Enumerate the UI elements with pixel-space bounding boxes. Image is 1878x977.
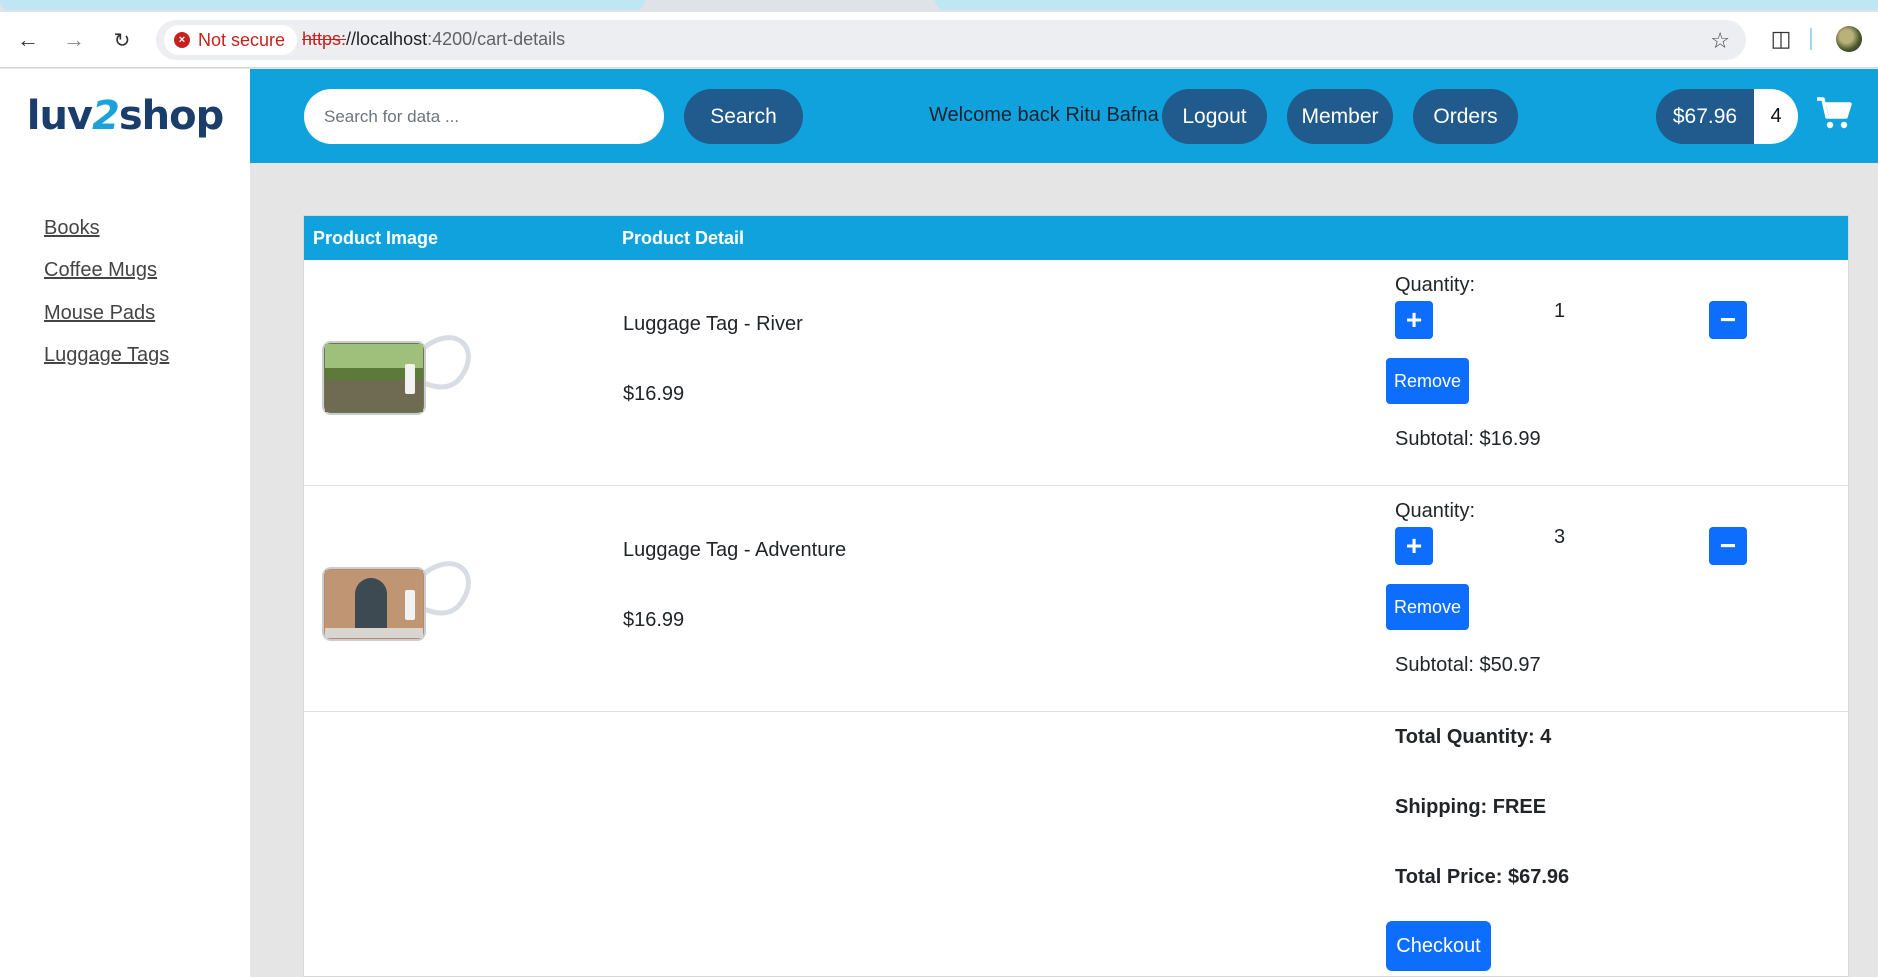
quantity-value: 3	[1554, 526, 1566, 548]
cart-total-price[interactable]: $67.96	[1656, 89, 1754, 144]
shipping-info: Shipping: FREE	[1395, 796, 1547, 818]
toolbar-divider	[1810, 28, 1812, 50]
shopping-cart-icon[interactable]	[1816, 96, 1852, 132]
decrement-quantity-button[interactable]: −	[1709, 527, 1747, 565]
category-sidebar: Books Coffee Mugs Mouse Pads Luggage Tag…	[0, 163, 250, 977]
welcome-text: Welcome back Ritu Bafna	[929, 104, 1159, 126]
search-button[interactable]: Search	[684, 89, 803, 144]
column-header-product-image: Product Image	[313, 228, 439, 248]
sidebar-item-books[interactable]: Books	[44, 217, 100, 240]
back-arrow-icon[interactable]: ←	[14, 26, 42, 54]
item-subtotal: Subtotal: $16.99	[1395, 428, 1541, 450]
bookmark-star-icon[interactable]: ☆	[1710, 28, 1730, 54]
increment-quantity-button[interactable]: +	[1395, 301, 1433, 339]
product-image-river	[322, 335, 471, 415]
logout-button[interactable]: Logout	[1162, 89, 1267, 144]
quantity-label: Quantity:	[1395, 274, 1476, 296]
quantity-value: 1	[1554, 300, 1566, 322]
member-button[interactable]: Member	[1287, 89, 1393, 144]
plus-icon: +	[1405, 304, 1423, 335]
product-name: Luggage Tag - River	[623, 313, 803, 335]
quantity-label: Quantity:	[1395, 500, 1476, 522]
search-input[interactable]	[304, 89, 664, 144]
table-header: Product Image Product Detail	[304, 216, 1848, 260]
column-header-product-detail: Product Detail	[622, 228, 745, 248]
product-price: $16.99	[623, 383, 685, 405]
table-row: Luggage Tag - Adventure $16.99 Quantity:…	[304, 486, 1848, 712]
minus-icon: −	[1719, 530, 1737, 561]
sidebar-item-mouse-pads[interactable]: Mouse Pads	[44, 302, 155, 325]
logo-area: luv2shop	[0, 69, 250, 163]
orders-button[interactable]: Orders	[1413, 89, 1518, 144]
total-quantity: Total Quantity: 4	[1395, 726, 1552, 748]
address-bar[interactable]: × Not secure https://localhost:4200/cart…	[156, 20, 1746, 60]
minus-icon: −	[1719, 304, 1737, 335]
browser-tab[interactable]	[0, 0, 645, 10]
cart-details-panel: Product Image Product Detail Luggage Tag…	[303, 215, 1849, 977]
product-name: Luggage Tag - Adventure	[623, 539, 847, 561]
forward-arrow-icon[interactable]: →	[60, 26, 88, 54]
luv2shop-logo[interactable]: luv2shop	[27, 93, 225, 139]
plus-icon: +	[1405, 530, 1423, 561]
decrement-quantity-button[interactable]: −	[1709, 301, 1747, 339]
browser-toolbar: ← → ↻ × Not secure https://localhost:420…	[0, 12, 1878, 68]
not-secure-icon: ×	[174, 32, 190, 48]
product-image-adventure	[322, 561, 471, 641]
security-chip[interactable]: × Not secure	[164, 25, 298, 55]
total-price: Total Price: $67.96	[1395, 866, 1570, 888]
table-row: Luggage Tag - River $16.99 Quantity: + 1…	[304, 260, 1848, 486]
remove-button[interactable]: Remove	[1386, 358, 1469, 404]
item-subtotal: Subtotal: $50.97	[1395, 654, 1541, 676]
profile-avatar[interactable]	[1836, 26, 1862, 52]
browser-tab-strip	[0, 0, 1878, 12]
security-label: Not secure	[198, 29, 286, 50]
extensions-icon[interactable]: ◫	[1766, 24, 1796, 54]
sidebar-item-coffee-mugs[interactable]: Coffee Mugs	[44, 259, 157, 282]
checkout-button[interactable]: Checkout	[1386, 921, 1491, 971]
remove-button[interactable]: Remove	[1386, 584, 1469, 630]
browser-tab[interactable]	[935, 0, 1878, 10]
increment-quantity-button[interactable]: +	[1395, 527, 1433, 565]
reload-icon[interactable]: ↻	[108, 26, 136, 54]
sidebar-item-luggage-tags[interactable]: Luggage Tags	[44, 344, 169, 367]
product-price: $16.99	[623, 609, 685, 631]
url-text[interactable]: https://localhost:4200/cart-details	[302, 29, 565, 50]
